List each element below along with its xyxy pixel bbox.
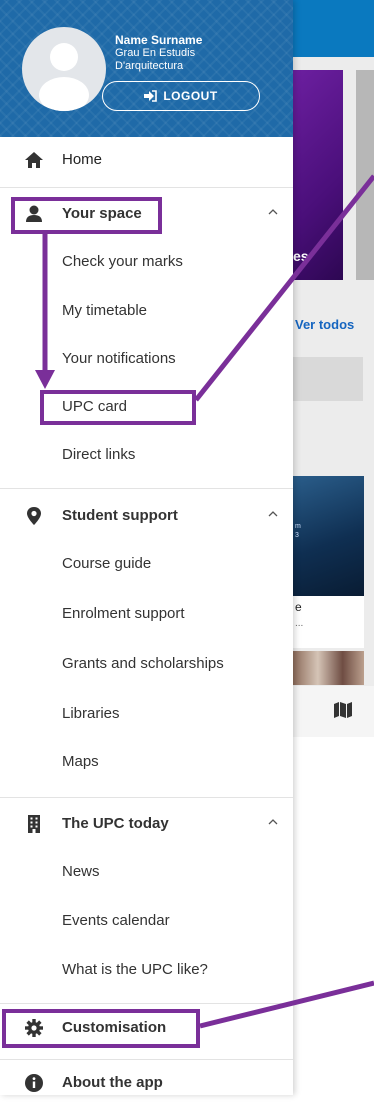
- annotation-line-customisation: [199, 980, 374, 1029]
- annotation-arrows: [35, 174, 374, 1029]
- annotation-arrowhead: [35, 370, 55, 389]
- annotation-line-upc-card: [194, 174, 374, 402]
